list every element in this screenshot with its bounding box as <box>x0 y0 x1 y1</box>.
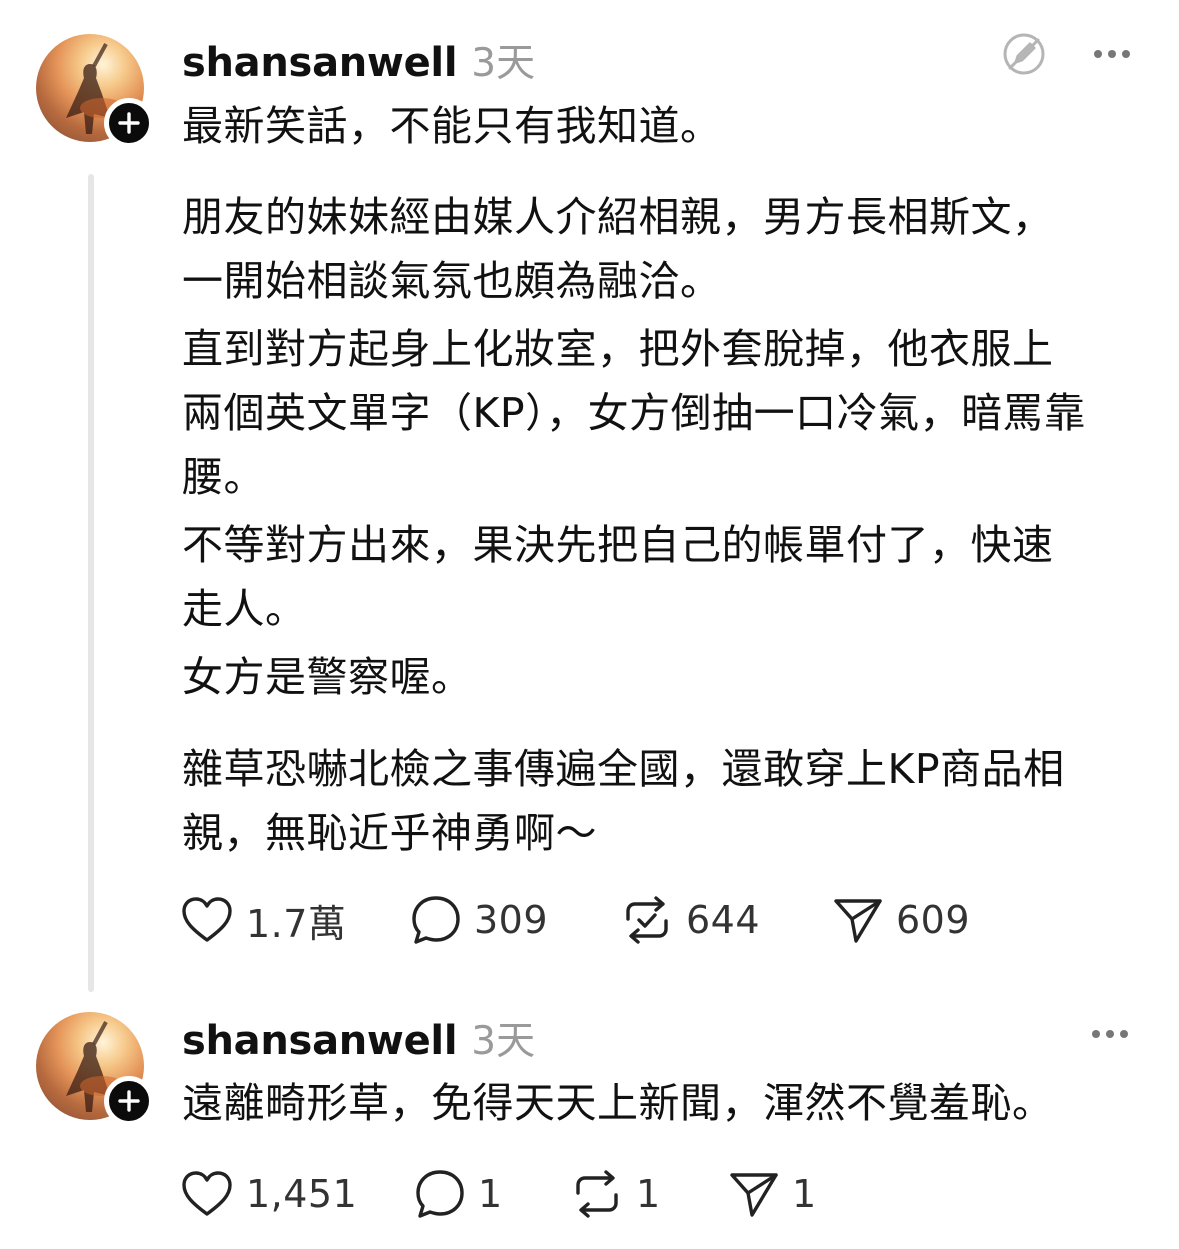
like-button[interactable]: 1,451 <box>180 1164 357 1224</box>
post-text-line-1: 遠離畸形草，免得天天上新聞，渾然不覺羞恥。 <box>182 1079 1054 1127</box>
heart-icon <box>182 1171 232 1216</box>
timestamp: 3天 <box>471 1019 536 1064</box>
repost-icon <box>576 1170 618 1218</box>
comment-button[interactable]: 1 <box>414 1164 503 1224</box>
send-icon <box>730 1173 778 1217</box>
username[interactable]: shansanwell <box>182 1018 458 1064</box>
plus-icon <box>118 1090 140 1112</box>
post-top-icons <box>1086 1010 1134 1058</box>
comment-bubble-icon <box>416 1170 464 1218</box>
post-2: shansanwell 3天 遠離畸形草，免得天天上新聞，渾然不覺羞恥。 1,4… <box>0 0 1179 1249</box>
repost-count: 1 <box>636 1172 661 1216</box>
share-count: 1 <box>792 1172 817 1216</box>
like-count: 1,451 <box>246 1172 358 1216</box>
avatar-container[interactable] <box>36 1012 154 1126</box>
share-button[interactable]: 1 <box>728 1164 817 1224</box>
more-dots-icon[interactable] <box>1086 1010 1134 1058</box>
comment-count: 1 <box>478 1172 503 1216</box>
post-actions: 1,451 1 1 1 <box>180 1164 1080 1224</box>
post-header: shansanwell 3天 <box>182 1010 535 1064</box>
repost-button[interactable]: 1 <box>570 1164 661 1224</box>
follow-button[interactable] <box>104 1076 154 1126</box>
